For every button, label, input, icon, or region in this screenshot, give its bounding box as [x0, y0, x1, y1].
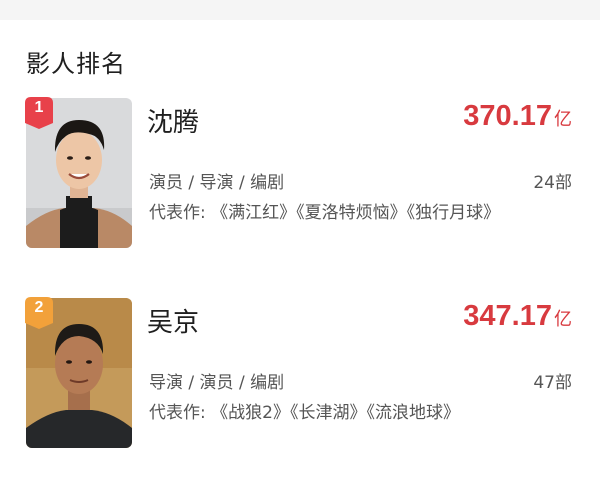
rank-badge: 1: [25, 97, 53, 129]
rank-number: 1: [34, 99, 44, 116]
box-office: 370.17 亿: [463, 100, 572, 133]
rank-badge: 2: [25, 297, 53, 329]
box-office-unit: 亿: [554, 309, 572, 330]
box-office-value: 370.17: [463, 100, 552, 132]
film-count: 47部: [533, 373, 572, 393]
box-office-value: 347.17: [463, 300, 552, 332]
person-name[interactable]: 吴京: [147, 302, 199, 339]
box-office-unit: 亿: [554, 109, 572, 130]
person-roles: 导演 / 演员 / 编剧: [149, 373, 285, 393]
film-count: 24部: [533, 173, 572, 193]
person-card-2[interactable]: 2 吴京 347.17 亿 导演 / 演员 / 编剧 47部 代表作: 《战狼2》…: [25, 297, 586, 458]
representative-works: 代表作: 《战狼2》《长津湖》《流浪地球》: [149, 403, 460, 423]
top-divider-strip: [0, 0, 600, 20]
person-roles: 演员 / 导演 / 编剧: [149, 173, 285, 193]
representative-works: 代表作: 《满江红》《夏洛特烦恼》《独行月球》: [149, 203, 501, 223]
rank-number: 2: [34, 299, 44, 316]
box-office: 347.17 亿: [463, 300, 572, 333]
person-name[interactable]: 沈腾: [147, 102, 199, 139]
person-card-1[interactable]: 1 沈腾 370.17 亿 演员 / 导演 / 编剧 24部 代表作: 《满江红》…: [25, 97, 586, 258]
section-title: 影人排名: [26, 50, 126, 78]
